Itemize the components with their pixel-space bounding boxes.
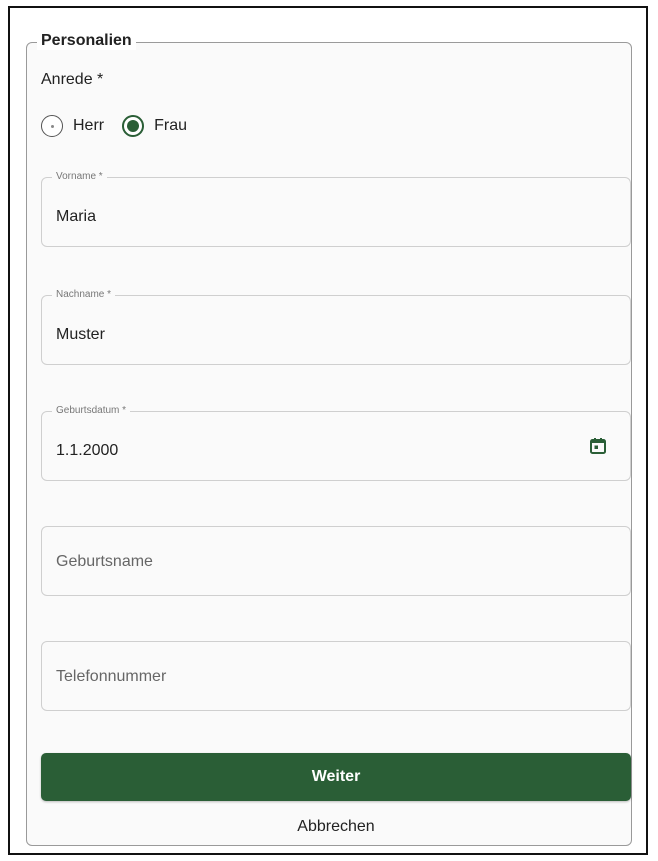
anrede-label: Anrede * <box>41 71 104 88</box>
vorname-field[interactable]: Vorname * Maria <box>41 171 631 247</box>
radio-unchecked-icon[interactable] <box>41 115 63 137</box>
radio-checked-icon[interactable] <box>122 115 145 137</box>
vorname-value[interactable]: Maria <box>56 208 96 226</box>
telefonnummer-placeholder[interactable]: Telefonnummer <box>56 642 166 712</box>
weiter-button[interactable]: Weiter <box>41 753 631 801</box>
geburtsdatum-label: Geburtsdatum * <box>52 405 131 416</box>
form-container: Personalien Anrede * Herr Frau Vorname *… <box>8 6 648 855</box>
nachname-label: Nachname * <box>52 289 116 300</box>
calendar-icon[interactable] <box>588 436 608 456</box>
radio-herr-label[interactable]: Herr <box>73 117 104 135</box>
fieldset-legend: Personalien <box>37 32 136 50</box>
vorname-label: Vorname * <box>52 171 107 182</box>
anrede-radio-group: Herr Frau <box>41 115 205 137</box>
abbrechen-button[interactable]: Abbrechen <box>41 813 631 841</box>
radio-herr[interactable]: Herr <box>41 115 104 137</box>
nachname-field[interactable]: Nachname * Muster <box>41 289 631 365</box>
geburtsname-field[interactable]: Geburtsname <box>41 526 631 596</box>
geburtsdatum-field[interactable]: Geburtsdatum * 1.1.2000 <box>41 405 631 481</box>
geburtsdatum-value[interactable]: 1.1.2000 <box>56 442 118 460</box>
personalien-fieldset: Personalien Anrede * Herr Frau Vorname *… <box>26 32 632 846</box>
nachname-value[interactable]: Muster <box>56 326 105 344</box>
telefonnummer-field[interactable]: Telefonnummer <box>41 641 631 711</box>
radio-frau[interactable]: Frau <box>122 115 187 137</box>
radio-frau-label[interactable]: Frau <box>154 117 187 135</box>
geburtsname-placeholder[interactable]: Geburtsname <box>56 527 153 597</box>
